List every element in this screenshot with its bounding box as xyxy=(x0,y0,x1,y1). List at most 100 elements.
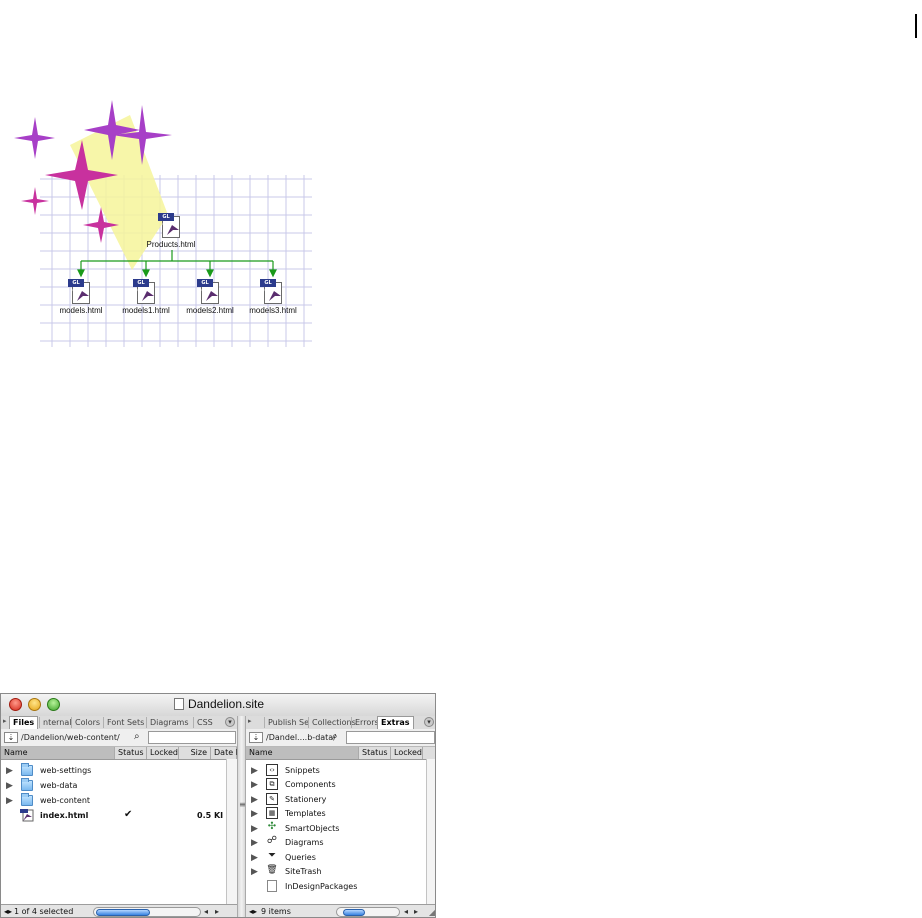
path-menu-icon[interactable]: ⇣ xyxy=(249,732,263,743)
disclosure-triangle-icon[interactable]: ▶ xyxy=(251,795,258,805)
list-item[interactable]: ▶ ⧉ Components xyxy=(246,778,435,792)
left-column-header: Name Status Locked Size Date M xyxy=(1,747,243,760)
list-item[interactable]: ▶ ‹› Snippets xyxy=(246,764,435,778)
pane-menu-icon[interactable]: ▾ xyxy=(424,717,434,727)
right-vertical-scrollbar[interactable] xyxy=(426,759,435,905)
files-pane: ▸ Files nternal Colors Font Sets Diagram… xyxy=(1,716,243,917)
expand-arrows-icon[interactable]: ◂▸ xyxy=(4,907,12,916)
column-date[interactable]: Date M xyxy=(211,747,243,759)
folder-icon xyxy=(20,793,34,807)
disclosure-triangle-icon[interactable]: ▶ xyxy=(251,824,258,834)
left-status-bar: ◂▸ 1 of 4 selected ◂ ▸ xyxy=(1,904,237,917)
status-text: 1 of 4 selected xyxy=(14,907,74,916)
disclosure-triangle-icon[interactable]: ▶ xyxy=(251,853,258,863)
tab-diagrams[interactable]: Diagrams xyxy=(146,717,192,728)
tab-colors[interactable]: Colors xyxy=(71,717,103,728)
left-path-bar: ⇣ /Dandelion/web-content/ ⌕ xyxy=(1,729,237,747)
tab-publish-settings[interactable]: Publish Se xyxy=(264,717,312,728)
pane-menu-icon[interactable]: ▾ xyxy=(225,717,235,727)
column-locked[interactable]: Locked xyxy=(147,747,179,759)
disclosure-triangle-icon[interactable]: ▶ xyxy=(6,781,13,791)
scroll-right-icon[interactable]: ▸ xyxy=(215,907,219,916)
html-file-icon: GL CS xyxy=(197,279,223,305)
left-vertical-scrollbar[interactable] xyxy=(226,759,237,905)
status-check-icon: ✔ xyxy=(124,809,133,820)
smartobjects-icon: ✣ xyxy=(266,821,278,834)
path-menu-icon[interactable]: ⇣ xyxy=(4,732,18,743)
path-text: /Dandelion/web-content/ xyxy=(21,733,120,742)
disclosure-triangle-icon[interactable]: ▶ xyxy=(6,796,13,806)
list-item[interactable]: ▶ web-content xyxy=(1,793,237,808)
stationery-icon: ✎ xyxy=(265,793,279,806)
scroll-thumb[interactable] xyxy=(343,909,365,916)
tab-font-sets[interactable]: Font Sets xyxy=(103,717,147,728)
trash-icon: 🗑 xyxy=(266,865,278,877)
right-path-bar: ⇣ /Dandel....b-data/ ⌕ xyxy=(246,729,435,747)
scroll-thumb[interactable] xyxy=(96,909,150,916)
sparkle-left xyxy=(14,117,55,159)
snippets-icon: ‹› xyxy=(265,764,279,777)
title-bar[interactable]: Dandelion.site xyxy=(1,694,435,717)
node-label: models3.html xyxy=(249,306,297,315)
column-status[interactable]: Status xyxy=(115,747,147,759)
window-title: Dandelion.site xyxy=(1,697,435,711)
list-item[interactable]: index.html ✔ 0.5 KI xyxy=(1,809,237,823)
html-file-icon: GL CS xyxy=(133,279,159,305)
tab-internal[interactable]: nternal xyxy=(39,717,74,728)
html-file-icon: GL CS xyxy=(158,213,184,239)
list-item[interactable]: ▶ web-data xyxy=(1,778,237,793)
disclosure-triangle-icon[interactable]: ▶ xyxy=(251,809,258,819)
column-name[interactable]: Name xyxy=(246,747,359,759)
path-text: /Dandel....b-data/ xyxy=(266,733,336,742)
column-status[interactable]: Status xyxy=(359,747,391,759)
html-file-icon xyxy=(20,809,34,822)
components-icon: ⧉ xyxy=(265,778,279,791)
tab-arrow-icon[interactable]: ▸ xyxy=(248,717,252,725)
left-horizontal-scrollbar[interactable] xyxy=(93,907,201,917)
scroll-left-icon[interactable]: ◂ xyxy=(404,907,408,916)
site-diagram-illustration: GL CS Products.html GL CS models.html GL… xyxy=(0,95,320,350)
tab-arrow-icon[interactable]: ▸ xyxy=(3,717,7,725)
list-item[interactable]: ▶ 🗑 SiteTrash xyxy=(246,865,435,879)
search-input[interactable] xyxy=(346,731,435,744)
diagram-node-child: GL CS models3.html xyxy=(233,279,313,315)
search-icon[interactable]: ⌕ xyxy=(332,731,338,742)
list-item[interactable]: ▶ web-settings xyxy=(1,763,237,778)
list-item[interactable]: ▶ ☍ Diagrams xyxy=(246,836,435,850)
site-file-icon xyxy=(173,698,184,710)
pane-splitter[interactable]: ≡ xyxy=(237,716,246,917)
search-icon[interactable]: ⌕ xyxy=(134,731,140,742)
tab-extras[interactable]: Extras xyxy=(377,716,414,729)
folder-icon xyxy=(20,763,34,777)
right-column-header: Name Status Locked xyxy=(246,747,435,760)
list-item[interactable]: InDesignPackages xyxy=(246,880,435,894)
templates-icon: ▦ xyxy=(265,807,279,820)
corner-mark xyxy=(915,14,917,38)
node-label: Products.html xyxy=(146,240,196,249)
disclosure-triangle-icon[interactable]: ▶ xyxy=(251,867,258,877)
diagram-node-root: GL CS Products.html xyxy=(131,213,211,249)
expand-arrows-icon[interactable]: ◂▸ xyxy=(249,907,257,916)
right-status-bar: ◂▸ 9 items ◂ ▸ ◢ xyxy=(246,904,435,917)
tab-files[interactable]: Files xyxy=(9,716,39,729)
tab-css[interactable]: CSS xyxy=(193,717,216,728)
column-locked[interactable]: Locked xyxy=(391,747,423,759)
resize-grip-icon[interactable]: ◢ xyxy=(429,908,435,917)
list-item[interactable]: ▶ ✣ SmartObjects xyxy=(246,821,435,836)
scroll-right-icon[interactable]: ▸ xyxy=(414,907,418,916)
scroll-left-icon[interactable]: ◂ xyxy=(204,907,208,916)
site-pane: ▸ Publish Se Collections Errors Extras ▾… xyxy=(246,716,435,917)
list-item[interactable]: ▶ ✎ Stationery xyxy=(246,793,435,807)
column-size[interactable]: Size xyxy=(179,747,211,759)
connectors xyxy=(77,250,277,278)
column-name[interactable]: Name xyxy=(1,747,115,759)
list-item[interactable]: ▶ ▦ Templates xyxy=(246,807,435,821)
disclosure-triangle-icon[interactable]: ▶ xyxy=(251,766,258,776)
right-horizontal-scrollbar[interactable] xyxy=(336,907,400,917)
disclosure-triangle-icon[interactable]: ▶ xyxy=(6,766,13,776)
list-item[interactable]: ▶ ⏷ Queries xyxy=(246,851,435,865)
search-input[interactable] xyxy=(148,731,236,744)
splitter-grip-icon[interactable]: ≡ xyxy=(239,800,246,809)
disclosure-triangle-icon[interactable]: ▶ xyxy=(251,780,258,790)
disclosure-triangle-icon[interactable]: ▶ xyxy=(251,838,258,848)
